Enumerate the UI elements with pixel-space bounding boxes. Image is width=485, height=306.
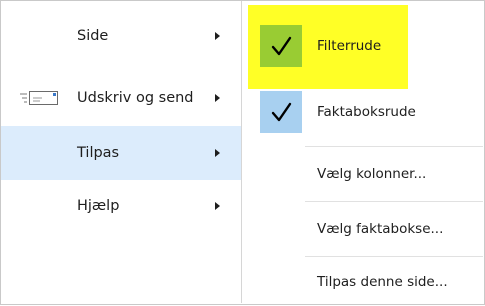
submenu-item-label: Vælg kolonner... bbox=[317, 166, 427, 182]
submenu-item-label: Filterrude bbox=[317, 38, 382, 54]
submenu-item-faktaboksrude[interactable]: Faktaboksrude bbox=[242, 85, 483, 139]
menu-item-hjaelp[interactable]: Hjælp bbox=[1, 179, 241, 233]
main-menu: Side Udskriv og send Tilpas Hjælp bbox=[1, 1, 241, 303]
menu-item-side[interactable]: Side bbox=[1, 9, 241, 63]
menu-item-label: Hjælp bbox=[77, 198, 120, 214]
check-icon bbox=[260, 25, 302, 67]
menu-item-udskriv-og-send[interactable]: Udskriv og send bbox=[1, 71, 241, 125]
separator bbox=[305, 146, 483, 147]
submenu-item-label: Faktaboksrude bbox=[317, 104, 416, 120]
separator bbox=[305, 201, 483, 202]
submenu-item-label: Vælg faktabokse... bbox=[317, 221, 444, 237]
submenu-item-vaelg-faktabokse[interactable]: Vælg faktabokse... bbox=[242, 203, 483, 255]
submenu-item-filterrude[interactable]: Filterrude bbox=[242, 19, 483, 73]
check-icon bbox=[260, 91, 302, 133]
menu-item-tilpas[interactable]: Tilpas bbox=[1, 126, 241, 180]
print-send-icon bbox=[20, 91, 58, 105]
submenu-tilpas: Filterrude Faktaboksrude Vælg kolonner..… bbox=[242, 1, 483, 303]
submenu-item-label: Tilpas denne side... bbox=[317, 274, 448, 290]
submenu-item-vaelg-kolonner[interactable]: Vælg kolonner... bbox=[242, 148, 483, 200]
menu-item-label: Udskriv og send bbox=[77, 90, 194, 106]
separator bbox=[305, 256, 483, 257]
submenu-arrow-icon bbox=[215, 32, 220, 40]
submenu-arrow-icon bbox=[215, 149, 220, 157]
menu-item-label: Side bbox=[77, 28, 109, 44]
submenu-arrow-icon bbox=[215, 94, 220, 102]
menu-item-label: Tilpas bbox=[77, 145, 120, 161]
submenu-arrow-icon bbox=[215, 202, 220, 210]
submenu-item-tilpas-denne-side[interactable]: Tilpas denne side... bbox=[242, 258, 483, 306]
